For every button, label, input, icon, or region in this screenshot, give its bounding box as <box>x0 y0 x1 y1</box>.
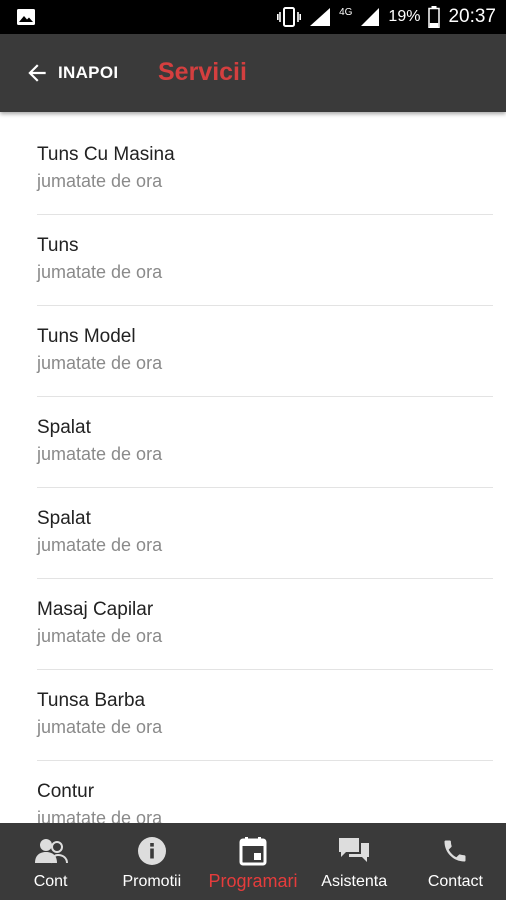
service-duration: jumatate de ora <box>37 808 163 823</box>
service-name: Masaj Capilar <box>37 599 154 620</box>
service-duration: jumatate de ora <box>37 353 163 373</box>
tab-label: Promotii <box>122 873 182 890</box>
tab-label: Programari <box>208 871 298 891</box>
vibrate-icon <box>277 7 302 27</box>
tab-label: Asistenta <box>321 873 388 890</box>
list-item[interactable]: Tuns Model jumatate de ora <box>37 306 493 397</box>
chat-icon <box>339 838 370 862</box>
list-item[interactable]: Tuns Cu Masina jumatate de ora <box>37 124 493 215</box>
page-title: Servicii <box>158 58 247 86</box>
service-duration: jumatate de ora <box>37 171 163 191</box>
list-item[interactable]: Spalat jumatate de ora <box>37 397 493 488</box>
info-icon <box>137 837 166 865</box>
service-duration: jumatate de ora <box>37 444 163 464</box>
arrow-left-icon <box>28 64 46 82</box>
service-name: Tunsa Barba <box>37 690 146 711</box>
network-type: 4G <box>339 6 353 18</box>
service-name: Tuns Model <box>37 326 136 347</box>
back-label: INAPOI <box>58 63 119 82</box>
service-duration: jumatate de ora <box>37 717 163 737</box>
clock: 20:37 <box>448 6 496 27</box>
status-bar: 4G 19% 20:37 <box>0 0 506 34</box>
people-icon <box>34 839 68 864</box>
app-bar: INAPOI Servicii <box>0 34 506 112</box>
tab-contact[interactable]: Contact <box>405 823 506 900</box>
services-list[interactable]: Tuns Cu Masina jumatate de ora Tuns juma… <box>0 112 506 823</box>
service-duration: jumatate de ora <box>37 626 163 646</box>
tab-asistenta[interactable]: Asistenta <box>304 823 405 900</box>
tab-cont[interactable]: Cont <box>0 823 101 900</box>
service-name: Spalat <box>37 508 91 529</box>
tab-programari[interactable]: Programari <box>202 823 303 900</box>
cell-signal-icon <box>361 8 380 26</box>
list-item[interactable]: Tunsa Barba jumatate de ora <box>37 670 493 761</box>
service-duration: jumatate de ora <box>37 535 163 555</box>
bottom-nav: Cont Promotii Programari Asistenta Conta… <box>0 823 506 900</box>
service-name: Spalat <box>37 417 91 438</box>
tab-promotii[interactable]: Promotii <box>101 823 202 900</box>
list-item[interactable]: Spalat jumatate de ora <box>37 488 493 579</box>
list-item[interactable]: Masaj Capilar jumatate de ora <box>37 579 493 670</box>
battery-percent: 19% <box>388 8 421 25</box>
service-name: Tuns <box>37 235 79 256</box>
image-icon <box>17 9 35 25</box>
wifi-signal-icon <box>310 8 331 26</box>
tab-label: Contact <box>427 873 483 890</box>
tab-label: Cont <box>33 873 68 890</box>
list-item[interactable]: Contur jumatate de ora <box>37 761 493 823</box>
service-name: Tuns Cu Masina <box>37 144 175 165</box>
list-item[interactable]: Tuns jumatate de ora <box>37 215 493 306</box>
calendar-icon <box>239 837 267 866</box>
phone-icon <box>444 840 466 862</box>
service-duration: jumatate de ora <box>37 262 163 282</box>
back-button[interactable]: INAPOI <box>24 54 118 92</box>
service-name: Contur <box>37 781 95 802</box>
battery-icon <box>428 6 441 28</box>
